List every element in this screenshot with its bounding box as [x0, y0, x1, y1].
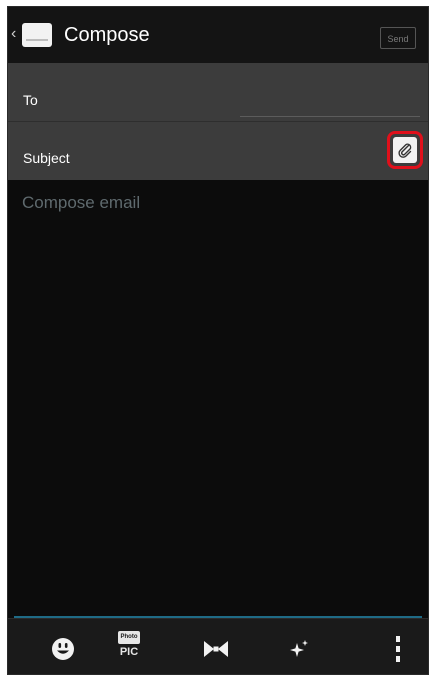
photo-badge-top: Photo: [118, 631, 140, 644]
subject-field[interactable]: Subject: [8, 121, 428, 180]
subject-label: Subject: [23, 150, 70, 166]
photo-pic-button[interactable]: Photo PIC: [110, 629, 150, 665]
photo-badge-label: PIC: [119, 646, 139, 658]
compose-body[interactable]: [8, 180, 428, 618]
to-label: To: [23, 92, 38, 108]
bowtie-icon: [204, 641, 228, 657]
bottom-toolbar: Photo PIC: [8, 618, 428, 674]
effects-button[interactable]: [279, 629, 319, 665]
paperclip-icon: [393, 137, 417, 163]
send-button[interactable]: Send: [380, 27, 416, 49]
compose-email-input[interactable]: [22, 190, 412, 216]
phone-screen: ‹ Compose Send To Subject Compose email …: [7, 6, 429, 675]
more-vert-icon: [396, 636, 400, 662]
photo-pic-icon: Photo PIC: [116, 631, 142, 661]
sparkle-icon: [290, 640, 308, 657]
header-fields: To Subject: [8, 63, 428, 180]
page-title: Compose: [64, 24, 150, 46]
email-app-icon[interactable]: [22, 23, 52, 47]
back-chevron-icon[interactable]: ‹: [11, 26, 16, 42]
attach-button[interactable]: [387, 131, 423, 169]
to-field[interactable]: To: [8, 63, 428, 121]
more-options-button[interactable]: [378, 629, 418, 665]
emoji-icon: [52, 638, 74, 660]
to-field-underline: [240, 116, 420, 117]
emoji-button[interactable]: [43, 629, 83, 665]
decoration-button[interactable]: [196, 629, 236, 665]
action-bar: ‹ Compose Send: [8, 7, 428, 63]
